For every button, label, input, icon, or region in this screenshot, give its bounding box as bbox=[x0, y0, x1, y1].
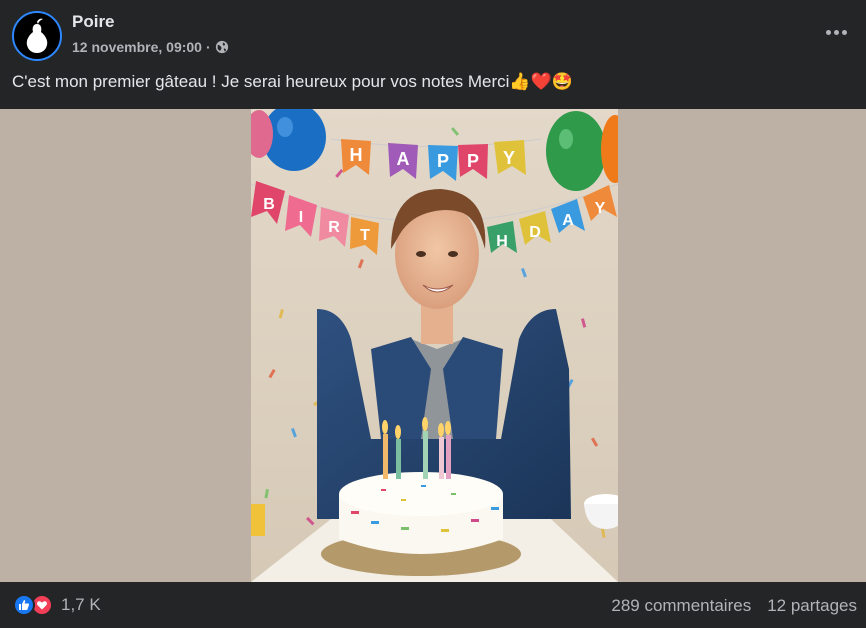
globe-icon bbox=[215, 40, 228, 54]
reactions-summary[interactable]: 1,7 K bbox=[13, 594, 101, 616]
birthday-photo-illustration: H A P P Y B I R T H D A Y bbox=[251, 109, 618, 582]
comments-count-link[interactable]: 289 commentaires bbox=[611, 596, 751, 616]
shares-count-link[interactable]: 12 partages bbox=[767, 596, 857, 616]
post-footer: 1,7 K 289 commentaires 12 partages bbox=[0, 582, 866, 628]
banner-letter: A bbox=[562, 212, 574, 229]
banner-letter: I bbox=[299, 209, 303, 226]
banner-letter: P bbox=[467, 151, 479, 171]
banner-letter: B bbox=[263, 196, 275, 213]
pear-logo-icon bbox=[26, 18, 48, 53]
dot-icon bbox=[833, 29, 839, 35]
photo-container: H A P P Y B I R T H D A Y bbox=[0, 109, 866, 582]
reaction-count[interactable]: 1,7 K bbox=[61, 595, 101, 615]
post-meta: 12 novembre, 09:00 · bbox=[72, 39, 229, 55]
banner-letter: Y bbox=[503, 148, 515, 168]
banner-letter: P bbox=[437, 151, 449, 171]
banner-letter: Y bbox=[595, 200, 606, 217]
banner-letter: R bbox=[328, 219, 340, 236]
banner-letter: A bbox=[397, 149, 410, 169]
banner-letter: H bbox=[496, 233, 508, 250]
post-card: Poire 12 novembre, 09:00 · C'est mon pre… bbox=[0, 0, 866, 628]
dot-icon bbox=[825, 29, 831, 35]
banner-letter: T bbox=[360, 227, 370, 244]
banner-letter: D bbox=[529, 224, 541, 241]
post-photo[interactable]: H A P P Y B I R T H D A Y bbox=[251, 109, 618, 582]
post-header: Poire 12 novembre, 09:00 · bbox=[0, 0, 866, 66]
engagement-stats: 289 commentaires 12 partages bbox=[611, 596, 857, 616]
heart-icon bbox=[37, 601, 47, 610]
like-icon bbox=[13, 594, 35, 616]
thumbs-up-icon bbox=[19, 600, 30, 610]
post-caption: C'est mon premier gâteau ! Je serai heur… bbox=[12, 72, 573, 91]
dot-icon bbox=[841, 29, 847, 35]
page-avatar[interactable] bbox=[12, 11, 62, 61]
page-name[interactable]: Poire bbox=[72, 12, 115, 32]
more-options-button[interactable] bbox=[822, 20, 850, 44]
post-timestamp[interactable]: 12 novembre, 09:00 bbox=[72, 39, 202, 55]
meta-separator: · bbox=[205, 39, 211, 55]
banner-letter: H bbox=[350, 145, 363, 165]
